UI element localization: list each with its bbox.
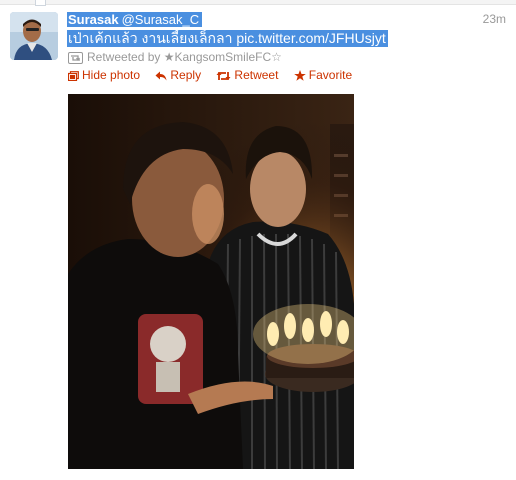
tweet-screen-name[interactable]: @Surasak_C bbox=[120, 12, 203, 27]
retweet-indicator-icon bbox=[68, 52, 83, 68]
tweet-header: Surasak @Surasak_C bbox=[67, 11, 506, 29]
top-divider bbox=[0, 0, 516, 6]
tweet-photo[interactable] bbox=[68, 94, 354, 469]
favorite-button[interactable]: Favorite bbox=[293, 67, 353, 83]
stream-connector-icon bbox=[35, 0, 46, 6]
retweeted-by-text[interactable]: Retweeted by ★KangsomSmileFC☆ bbox=[87, 50, 282, 64]
hide-photo-label: Hide photo bbox=[82, 68, 141, 82]
retweet-button[interactable]: Retweet bbox=[216, 67, 278, 83]
retweeted-by: Retweeted by ★KangsomSmileFC☆ bbox=[68, 50, 282, 68]
avatar[interactable] bbox=[10, 12, 58, 60]
photo-icon bbox=[67, 71, 79, 82]
hide-photo-button[interactable]: Hide photo bbox=[67, 67, 141, 83]
retweet-icon bbox=[216, 72, 231, 80]
tweet-text: เป่าเค้กแล้ว งานเลี้ยงเล็กลา pic.twitter… bbox=[67, 30, 388, 47]
tweet-fullname[interactable]: Surasak bbox=[67, 12, 121, 27]
reply-icon bbox=[155, 71, 167, 81]
retweet-label: Retweet bbox=[234, 68, 279, 82]
reply-label: Reply bbox=[170, 68, 202, 82]
reply-button[interactable]: Reply bbox=[155, 67, 201, 83]
favorite-label: Favorite bbox=[308, 68, 353, 82]
birthday-cake-photo-icon bbox=[68, 94, 354, 469]
tweet-timestamp[interactable]: 23m bbox=[483, 12, 506, 26]
tweet-actions: Hide photo Reply Retweet Favorite bbox=[67, 67, 364, 83]
star-icon bbox=[293, 70, 306, 81]
